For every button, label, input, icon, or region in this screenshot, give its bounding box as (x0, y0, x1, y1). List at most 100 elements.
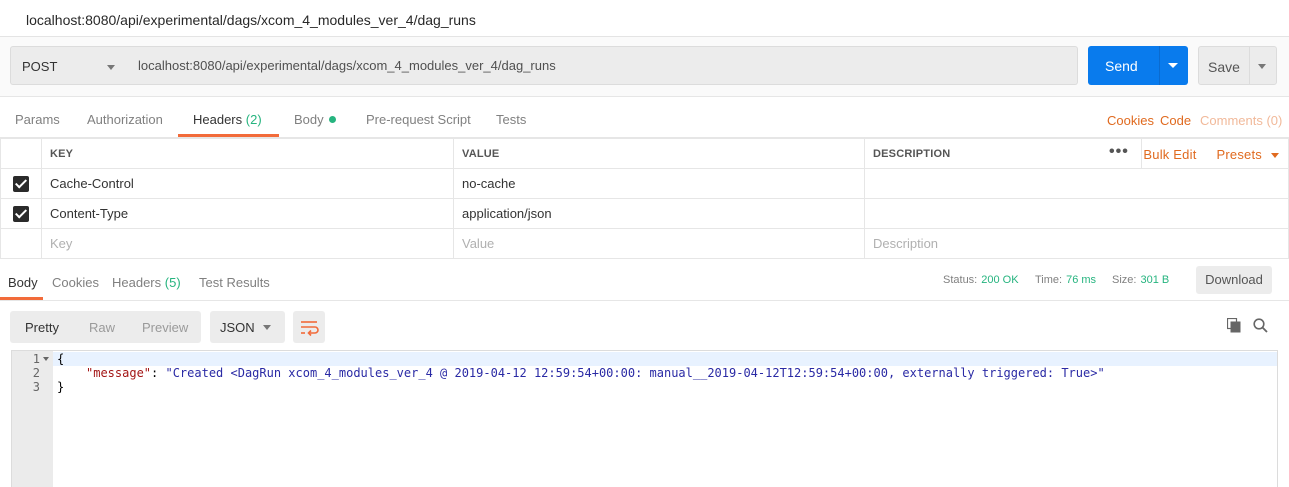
comments-link[interactable]: Comments (0) (1200, 113, 1282, 128)
send-divider (1159, 46, 1160, 85)
wrap-lines-icon (301, 321, 319, 337)
empty-checkbox-cell (0, 228, 42, 259)
active-line-highlight (53, 352, 1277, 366)
new-key-cell (41, 228, 454, 259)
size-label: Size: (1112, 274, 1137, 286)
save-divider (1249, 47, 1250, 84)
code-line: { (57, 352, 65, 366)
search-icon[interactable] (1253, 318, 1268, 333)
response-tabs: Body Cookies Headers (5) Test Results St… (0, 262, 1289, 301)
header-description-cell[interactable] (864, 198, 1289, 229)
status-label: Status: (943, 274, 978, 286)
json-colon: : (151, 366, 166, 380)
size-value: 301 B (1140, 274, 1170, 286)
url-input[interactable] (126, 46, 1078, 85)
new-description-cell (864, 228, 1289, 259)
row-checkbox-cell (0, 168, 42, 199)
response-headers-count: (5) (164, 275, 181, 290)
save-label: Save (1208, 59, 1240, 75)
send-button[interactable]: Send (1088, 46, 1188, 85)
response-body-editor[interactable]: 1 2 3 { "message": "Created <DagRun xcom… (11, 350, 1278, 487)
time-value: 76 ms (1066, 274, 1097, 286)
body-indicator-dot-icon (328, 116, 336, 123)
response-tab-test-results[interactable]: Test Results (199, 275, 270, 290)
presets-dropdown[interactable]: Presets (1207, 147, 1288, 162)
tab-authorization[interactable]: Authorization (87, 112, 163, 127)
format-label: JSON (220, 320, 255, 335)
json-key: "message" (86, 366, 152, 380)
row-checkbox[interactable] (13, 175, 29, 192)
bulk-edit-link[interactable]: Bulk Edit (1143, 147, 1206, 162)
method-select[interactable]: POST (10, 46, 127, 85)
description-column-label: DESCRIPTION (873, 147, 951, 160)
tab-body-label: Body (294, 112, 324, 127)
response-tab-headers-label: Headers (112, 275, 162, 290)
copy-icon[interactable] (1227, 318, 1241, 333)
row-checkbox-cell (0, 198, 42, 229)
time-info: Time: 76 ms (1035, 274, 1096, 286)
tab-body[interactable]: Body (294, 112, 336, 127)
request-tabs: Params Authorization Headers (2) Body Pr… (0, 98, 1289, 138)
wrap-lines-button[interactable] (293, 311, 325, 343)
view-mode-switch: Pretty Raw Preview (10, 311, 201, 343)
checkbox-column-header (0, 138, 42, 169)
chevron-down-icon (107, 65, 115, 70)
new-value-input[interactable] (462, 236, 864, 251)
tab-headers-label: Headers (193, 112, 243, 127)
view-mode-preview[interactable]: Preview (142, 320, 188, 335)
json-string-value: "Created <DagRun xcom_4_modules_ver_4 @ … (165, 366, 1105, 380)
download-button[interactable]: Download (1196, 266, 1272, 294)
chevron-down-icon (263, 325, 271, 330)
table-row: Cache-Control no-cache (0, 168, 1289, 199)
line-number: 3 (32, 380, 40, 394)
view-mode-raw[interactable]: Raw (89, 320, 115, 335)
table-row-new (0, 228, 1289, 259)
tab-headers-count: (2) (245, 112, 262, 127)
request-title[interactable]: localhost:8080/api/experimental/dags/xco… (26, 12, 476, 28)
tab-headers[interactable]: Headers (2) (193, 112, 262, 127)
view-mode-pretty[interactable]: Pretty (25, 320, 59, 335)
more-options-icon[interactable]: ••• (1096, 139, 1143, 168)
url-row: POST Send Save (0, 37, 1289, 97)
headers-table: KEY VALUE DESCRIPTION ••• Bulk Edit Pres… (0, 138, 1289, 259)
description-column-header: DESCRIPTION ••• Bulk Edit Presets (864, 138, 1289, 169)
save-options-chevron-icon[interactable] (1258, 64, 1266, 69)
size-info: Size: 301 B (1112, 274, 1169, 286)
tab-pre-request-script[interactable]: Pre-request Script (366, 112, 471, 127)
response-tab-cookies[interactable]: Cookies (52, 275, 99, 290)
save-button[interactable]: Save (1198, 46, 1277, 85)
status-info: Status: 200 OK (943, 274, 1019, 286)
new-description-input[interactable] (873, 236, 1288, 251)
line-number: 2 (32, 366, 40, 380)
line-number-gutter: 1 2 3 (12, 351, 53, 487)
new-value-cell (453, 228, 865, 259)
chevron-down-icon (1271, 152, 1279, 158)
response-tab-headers[interactable]: Headers (5) (112, 275, 181, 290)
tab-params[interactable]: Params (15, 112, 60, 127)
format-select[interactable]: JSON (210, 311, 285, 343)
table-tools: ••• Bulk Edit Presets (1096, 139, 1288, 168)
send-options-chevron-icon[interactable] (1168, 63, 1178, 68)
code-link[interactable]: Code (1160, 113, 1191, 128)
cookies-link[interactable]: Cookies (1107, 113, 1154, 128)
send-label: Send (1105, 58, 1138, 74)
new-key-input[interactable] (50, 236, 453, 251)
fold-toggle-icon[interactable] (43, 357, 49, 361)
header-key-cell[interactable]: Content-Type (41, 198, 454, 229)
presets-label: Presets (1216, 146, 1262, 162)
headers-table-head: KEY VALUE DESCRIPTION ••• Bulk Edit Pres… (0, 138, 1289, 169)
response-tab-body[interactable]: Body (8, 275, 38, 290)
header-value-cell[interactable]: application/json (453, 198, 865, 229)
time-label: Time: (1035, 274, 1063, 286)
response-viewer-toolbar: Pretty Raw Preview JSON (0, 302, 1289, 350)
active-tab-indicator (178, 134, 279, 137)
header-key-cell[interactable]: Cache-Control (41, 168, 454, 199)
request-title-bar: localhost:8080/api/experimental/dags/xco… (0, 0, 1289, 37)
row-checkbox[interactable] (13, 205, 29, 222)
code-line: } (57, 380, 65, 394)
line-number: 1 (32, 352, 40, 366)
header-description-cell[interactable] (864, 168, 1289, 199)
header-value-cell[interactable]: no-cache (453, 168, 865, 199)
active-response-tab-indicator (0, 297, 43, 300)
tab-tests[interactable]: Tests (496, 112, 526, 127)
